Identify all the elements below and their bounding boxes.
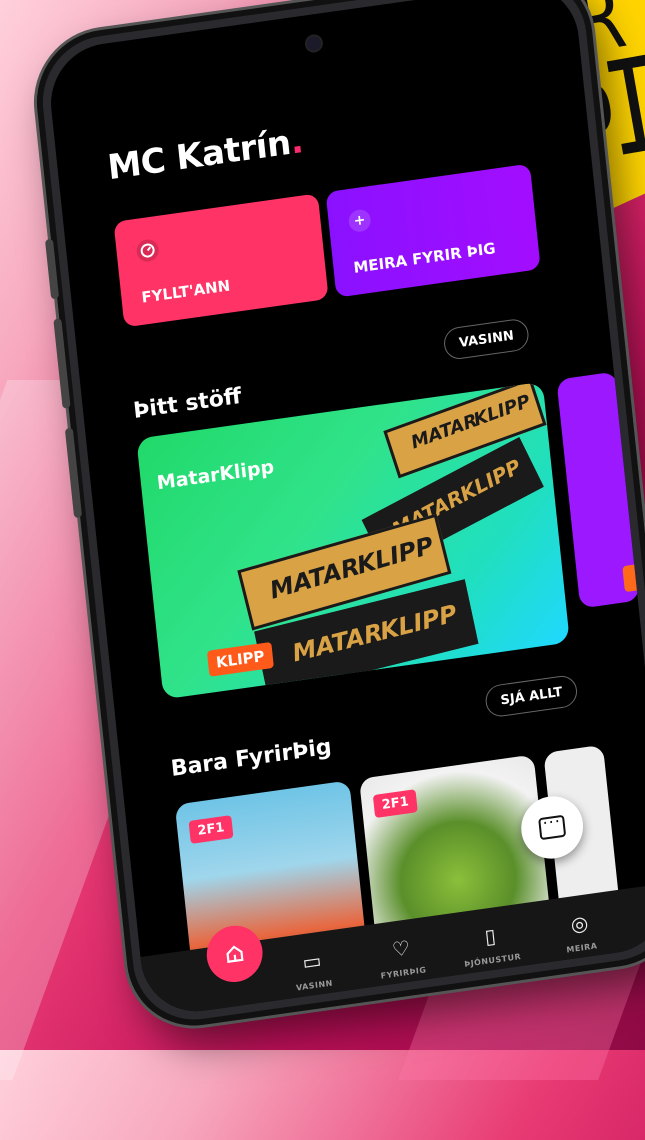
ticket-word: KLIPP <box>377 599 460 646</box>
phone-service-icon: ▯ <box>483 923 497 949</box>
nav-label: VASINN <box>295 978 334 993</box>
ticket-word: MATAR <box>408 410 481 454</box>
more-for-you-button[interactable]: + MEIRA FYRIR ÞIG <box>325 163 541 298</box>
front-camera <box>304 33 324 54</box>
deal-badge: 2F1 <box>372 789 418 819</box>
app-screen: MC Katrín. FYLLT'ANN + MEIRA FYRIR ÞIG Þ… <box>45 0 645 1019</box>
phone-body: MC Katrín. FYLLT'ANN + MEIRA FYRIR ÞIG Þ… <box>30 0 645 1035</box>
user-icon: ◎ <box>569 910 590 937</box>
phone-mockup: MC Katrín. FYLLT'ANN + MEIRA FYRIR ÞIG Þ… <box>30 0 645 1140</box>
fill-up-label: FYLLT'ANN <box>140 276 231 307</box>
page-title: MC Katrín. <box>106 121 305 188</box>
heart-icon: ♡ <box>390 935 412 962</box>
ticket-word: MATAR <box>267 552 363 605</box>
page-title-dot: . <box>288 121 305 163</box>
chat-icon <box>538 814 567 841</box>
wallet-icon: ▭ <box>301 947 323 975</box>
nav-item-more[interactable]: ◎ MEIRA <box>538 906 622 960</box>
plus-icon: + <box>347 208 372 234</box>
see-all-button[interactable]: SJÁ ALLT <box>484 673 579 719</box>
ticket-word: KLIPP <box>354 531 437 580</box>
more-for-you-label: MEIRA FYRIR ÞIG <box>352 239 497 277</box>
ticket-word: KLIPP <box>456 454 525 507</box>
section-title-stuff: Þitt stöff <box>132 383 243 424</box>
ticket-word: MATAR <box>289 617 386 668</box>
nav-label: FYRIRÞIG <box>380 965 427 981</box>
nav-item-services[interactable]: ▯ ÞJÓNUSTUR <box>449 919 533 973</box>
nav-label: ÞJÓNUSTUR <box>463 951 522 969</box>
gauge-icon <box>135 238 160 264</box>
home-icon <box>226 945 244 964</box>
fill-up-button[interactable]: FYLLT'ANN <box>113 193 329 328</box>
card-title: MatarKlipp <box>155 455 276 495</box>
nav-label: MEIRA <box>565 941 598 955</box>
nav-item-wallet[interactable]: ▭ VASINN <box>271 944 355 998</box>
deal-badge: 2F1 <box>188 815 234 844</box>
matarklipp-card[interactable]: MatarKlipp MATAR KLIPP MATAR KLIPP MATAR… <box>136 381 570 700</box>
section-title-deals: Bara FyrirÞig <box>169 734 333 782</box>
page-title-text: MC Katrín <box>105 122 293 189</box>
ticket-word: KLIPP <box>471 390 533 431</box>
wallet-link-button[interactable]: VASINN <box>442 317 531 362</box>
nav-item-for-you[interactable]: ♡ FYRIRÞIG <box>360 931 444 985</box>
